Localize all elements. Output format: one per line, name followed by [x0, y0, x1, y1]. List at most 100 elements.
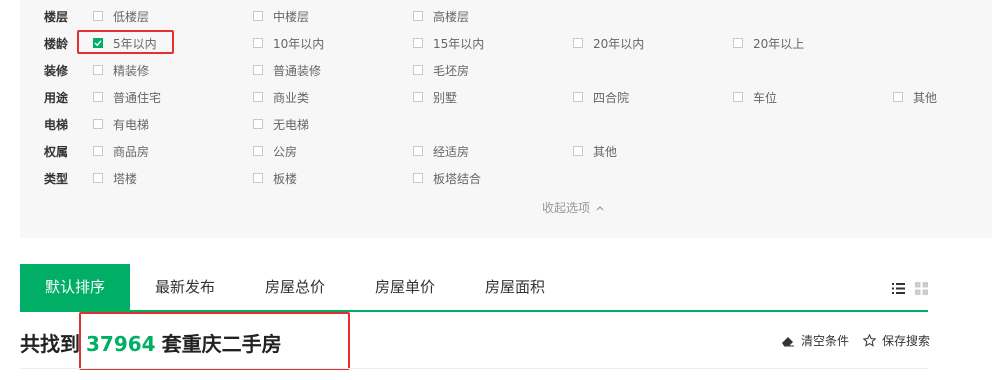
filter-option-label: 20年以上: [753, 36, 805, 51]
filter-option[interactable]: 车位: [733, 88, 777, 106]
checkbox[interactable]: [253, 38, 263, 48]
filter-option[interactable]: 别墅: [413, 88, 457, 106]
checkbox[interactable]: [413, 92, 423, 102]
filter-option[interactable]: 毛坯房: [413, 61, 469, 79]
filter-option-label: 板楼: [273, 171, 298, 186]
filter-option-label: 其他: [913, 90, 938, 105]
checkbox[interactable]: [413, 11, 423, 21]
checkbox[interactable]: [253, 11, 263, 21]
checkbox[interactable]: [253, 65, 263, 75]
filter-option[interactable]: 中楼层: [253, 7, 309, 25]
filter-option[interactable]: 商品房: [93, 142, 149, 160]
checkbox[interactable]: [93, 92, 103, 102]
filter-option-label: 10年以内: [273, 36, 325, 51]
filter-option[interactable]: 高楼层: [413, 7, 469, 25]
checkbox[interactable]: [413, 146, 423, 156]
checkbox[interactable]: [253, 146, 263, 156]
checkbox[interactable]: [93, 11, 103, 21]
eraser-icon: [781, 336, 794, 346]
save-search-label: 保存搜索: [881, 334, 930, 348]
filter-option[interactable]: 经适房: [413, 142, 469, 160]
filter-option[interactable]: 普通装修: [253, 61, 321, 79]
filter-option-label: 普通装修: [273, 63, 322, 78]
filter-option-label: 四合院: [593, 90, 630, 105]
filter-option[interactable]: 精装修: [93, 61, 149, 79]
checkbox[interactable]: [573, 146, 583, 156]
checkbox[interactable]: [93, 146, 103, 156]
checkbox[interactable]: [93, 65, 103, 75]
filter-row-label: 装修: [44, 64, 69, 78]
filter-row: 用途 普通住宅 商业类 别墅 四合院 车位 其他: [20, 84, 992, 111]
divider: [20, 368, 928, 369]
filter-row: 装修 精装修 普通装修 毛坯房: [20, 57, 992, 84]
filter-option-label: 中楼层: [273, 9, 310, 24]
checkbox[interactable]: [253, 119, 263, 129]
filter-option-label: 车位: [753, 90, 778, 105]
checkbox[interactable]: [413, 173, 423, 183]
checkbox[interactable]: [413, 38, 423, 48]
filter-option-label: 高楼层: [433, 9, 470, 24]
filter-option[interactable]: 四合院: [573, 88, 629, 106]
clear-filters-button[interactable]: 清空条件: [781, 332, 849, 349]
filter-row-label: 电梯: [44, 118, 69, 132]
save-search-button[interactable]: 保存搜索: [862, 332, 930, 349]
checkbox[interactable]: [253, 173, 263, 183]
filter-row-label: 用途: [44, 91, 69, 105]
filter-row-label: 类型: [44, 172, 69, 186]
filter-option-label: 商品房: [113, 144, 150, 159]
filter-option[interactable]: 有电梯: [93, 115, 149, 133]
collapse-label: 收起选项: [542, 201, 591, 215]
tab-unit-price[interactable]: 房屋单价: [360, 264, 450, 310]
checkbox[interactable]: [93, 119, 103, 129]
filter-option-label: 普通住宅: [113, 90, 162, 105]
grid-view-icon[interactable]: [915, 282, 928, 295]
filter-option-label: 经适房: [433, 144, 470, 159]
filter-option-label: 公房: [273, 144, 298, 159]
checkbox[interactable]: [573, 92, 583, 102]
checkbox[interactable]: [733, 38, 743, 48]
tab-default-sort[interactable]: 默认排序: [20, 264, 130, 310]
checkbox[interactable]: [733, 92, 743, 102]
checkbox[interactable]: [253, 92, 263, 102]
checkbox[interactable]: [573, 38, 583, 48]
filter-row: 权属 商品房 公房 经适房 其他: [20, 138, 992, 165]
list-view-icon[interactable]: [892, 282, 905, 295]
filter-option[interactable]: 其他: [893, 88, 937, 106]
chevron-up-icon: [596, 205, 604, 210]
filter-option[interactable]: 公房: [253, 142, 297, 160]
highlight-box-age-filter: [77, 30, 174, 54]
filter-option[interactable]: 20年以上: [733, 34, 804, 52]
filter-option[interactable]: 低楼层: [93, 7, 149, 25]
collapse-options-link[interactable]: 收起选项: [542, 199, 604, 216]
filter-option[interactable]: 塔楼: [93, 169, 137, 187]
filter-row-label: 楼龄: [44, 37, 69, 51]
filter-option[interactable]: 其他: [573, 142, 617, 160]
filter-option[interactable]: 15年以内: [413, 34, 484, 52]
filter-option[interactable]: 商业类: [253, 88, 309, 106]
star-icon: [862, 334, 876, 347]
checkbox[interactable]: [413, 65, 423, 75]
highlight-box-result-count: [79, 312, 350, 370]
filter-option[interactable]: 10年以内: [253, 34, 324, 52]
filter-option[interactable]: 无电梯: [253, 115, 309, 133]
filter-option[interactable]: 20年以内: [573, 34, 644, 52]
tab-total-price[interactable]: 房屋总价: [250, 264, 340, 310]
filter-option-label: 低楼层: [113, 9, 150, 24]
tab-area[interactable]: 房屋面积: [470, 264, 560, 310]
filter-row-label: 楼层: [44, 10, 69, 24]
filter-row: 楼层 低楼层 中楼层 高楼层: [20, 3, 992, 30]
checkbox[interactable]: [93, 173, 103, 183]
sort-tabs: 默认排序 最新发布 房屋总价 房屋单价 房屋面积: [20, 264, 928, 312]
filter-option-label: 板塔结合: [433, 171, 482, 186]
filter-option[interactable]: 板塔结合: [413, 169, 481, 187]
filter-option-label: 商业类: [273, 90, 310, 105]
filter-option[interactable]: 普通住宅: [93, 88, 161, 106]
filter-option-label: 塔楼: [113, 171, 138, 186]
filter-option[interactable]: 板楼: [253, 169, 297, 187]
checkbox[interactable]: [893, 92, 903, 102]
filter-option-label: 精装修: [113, 63, 150, 78]
filter-row-label: 权属: [44, 145, 69, 159]
filter-option-label: 15年以内: [433, 36, 485, 51]
filter-row: 类型 塔楼 板楼 板塔结合: [20, 165, 992, 192]
tab-newest[interactable]: 最新发布: [140, 264, 230, 310]
